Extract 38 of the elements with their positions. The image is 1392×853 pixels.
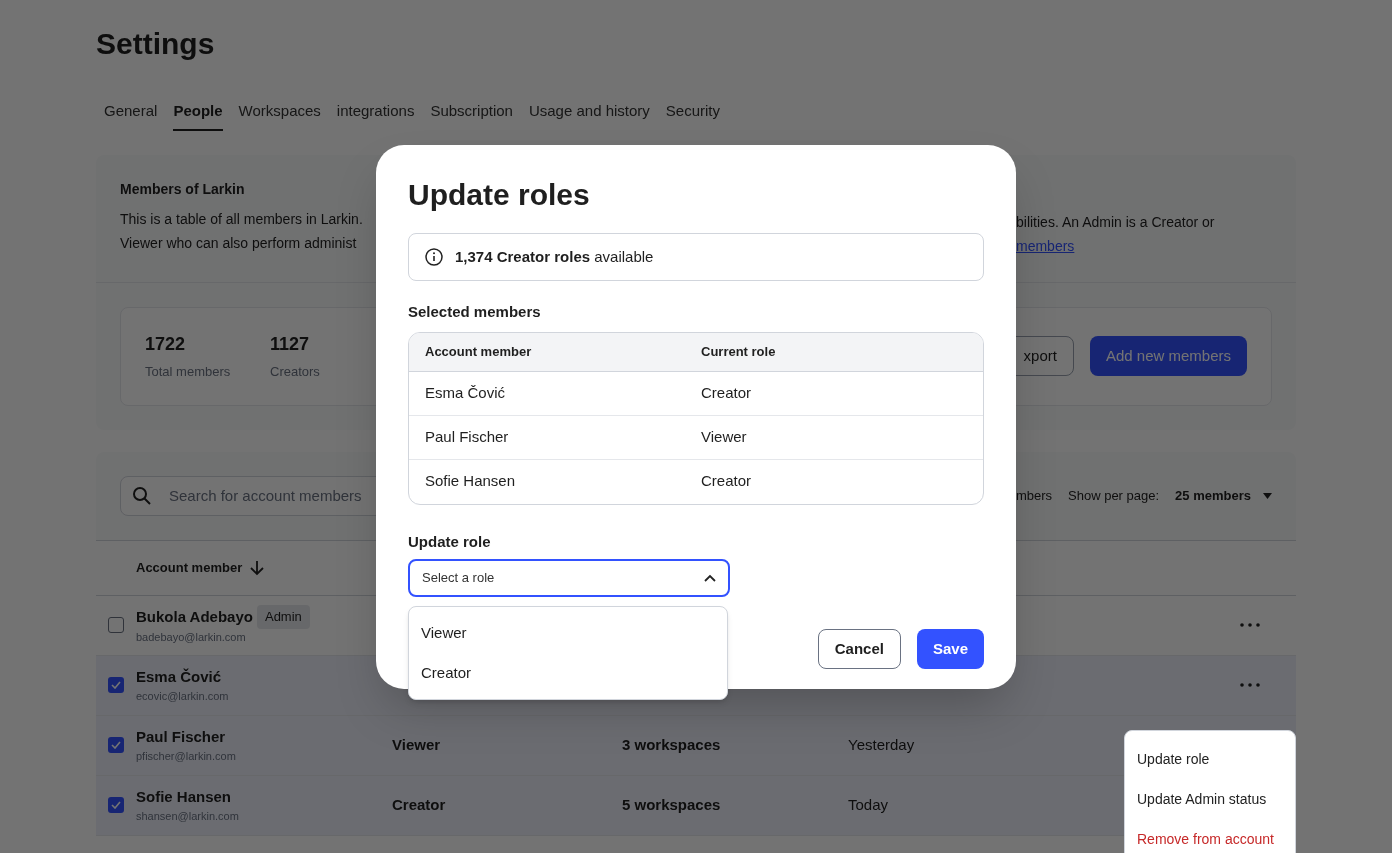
table-cell-text: Viewer: [701, 426, 747, 447]
table-cell-text: Creator: [701, 471, 752, 492]
table-cell-text: Paul Fischer: [425, 426, 510, 447]
workspaces-text: 5 workspaces: [622, 795, 721, 813]
column-header: Current role: [701, 342, 776, 361]
per-page-label: Show per page:: [1068, 486, 1160, 505]
stat-value: 1127: [270, 332, 311, 356]
last-active-text: Today: [848, 795, 889, 813]
last-active-text: Yesterday: [848, 735, 915, 753]
member-name: Bukola Adebayo: [136, 606, 253, 627]
card-title: Members of Larkin: [120, 179, 246, 199]
page-title: Settings: [96, 26, 216, 62]
info-text: 1,374 Creator roles available: [455, 246, 654, 267]
column-header: Account member: [425, 342, 533, 361]
member-name: Esma Čović: [136, 666, 222, 687]
dialog-title: Update roles: [408, 177, 591, 213]
member-count: mbers: [1015, 486, 1053, 505]
description-text: bilities. An Admin is a Creator or: [1016, 212, 1216, 232]
stat-label: Total members: [145, 362, 232, 381]
role-text: Creator: [392, 795, 446, 813]
member-email: pfischer@larkin.com: [136, 749, 237, 764]
member-email: badebayo@larkin.com: [136, 629, 247, 645]
field-label: Update role: [408, 531, 492, 552]
table-cell-text: Esma Čović: [425, 382, 507, 403]
description-text: This is a table of all members in Larkin.: [120, 209, 363, 229]
member-email: ecovic@larkin.com: [136, 689, 230, 704]
role-text: Viewer: [392, 735, 441, 753]
member-email: shansen@larkin.com: [136, 809, 240, 824]
stat-label: Creators: [270, 362, 321, 381]
member-name: Sofie Hansen: [136, 786, 232, 807]
description-text: Viewer who can also perform administ: [120, 233, 358, 253]
section-label: Selected members: [408, 302, 542, 322]
table-cell-text: Sofie Hansen: [425, 471, 517, 492]
table-cell-text: Creator: [701, 382, 752, 403]
member-name: Paul Fischer: [136, 726, 226, 747]
workspaces-text: 3 workspaces: [622, 735, 721, 753]
stat-value: 1722: [145, 332, 187, 356]
admin-badge: Admin: [256, 605, 310, 629]
